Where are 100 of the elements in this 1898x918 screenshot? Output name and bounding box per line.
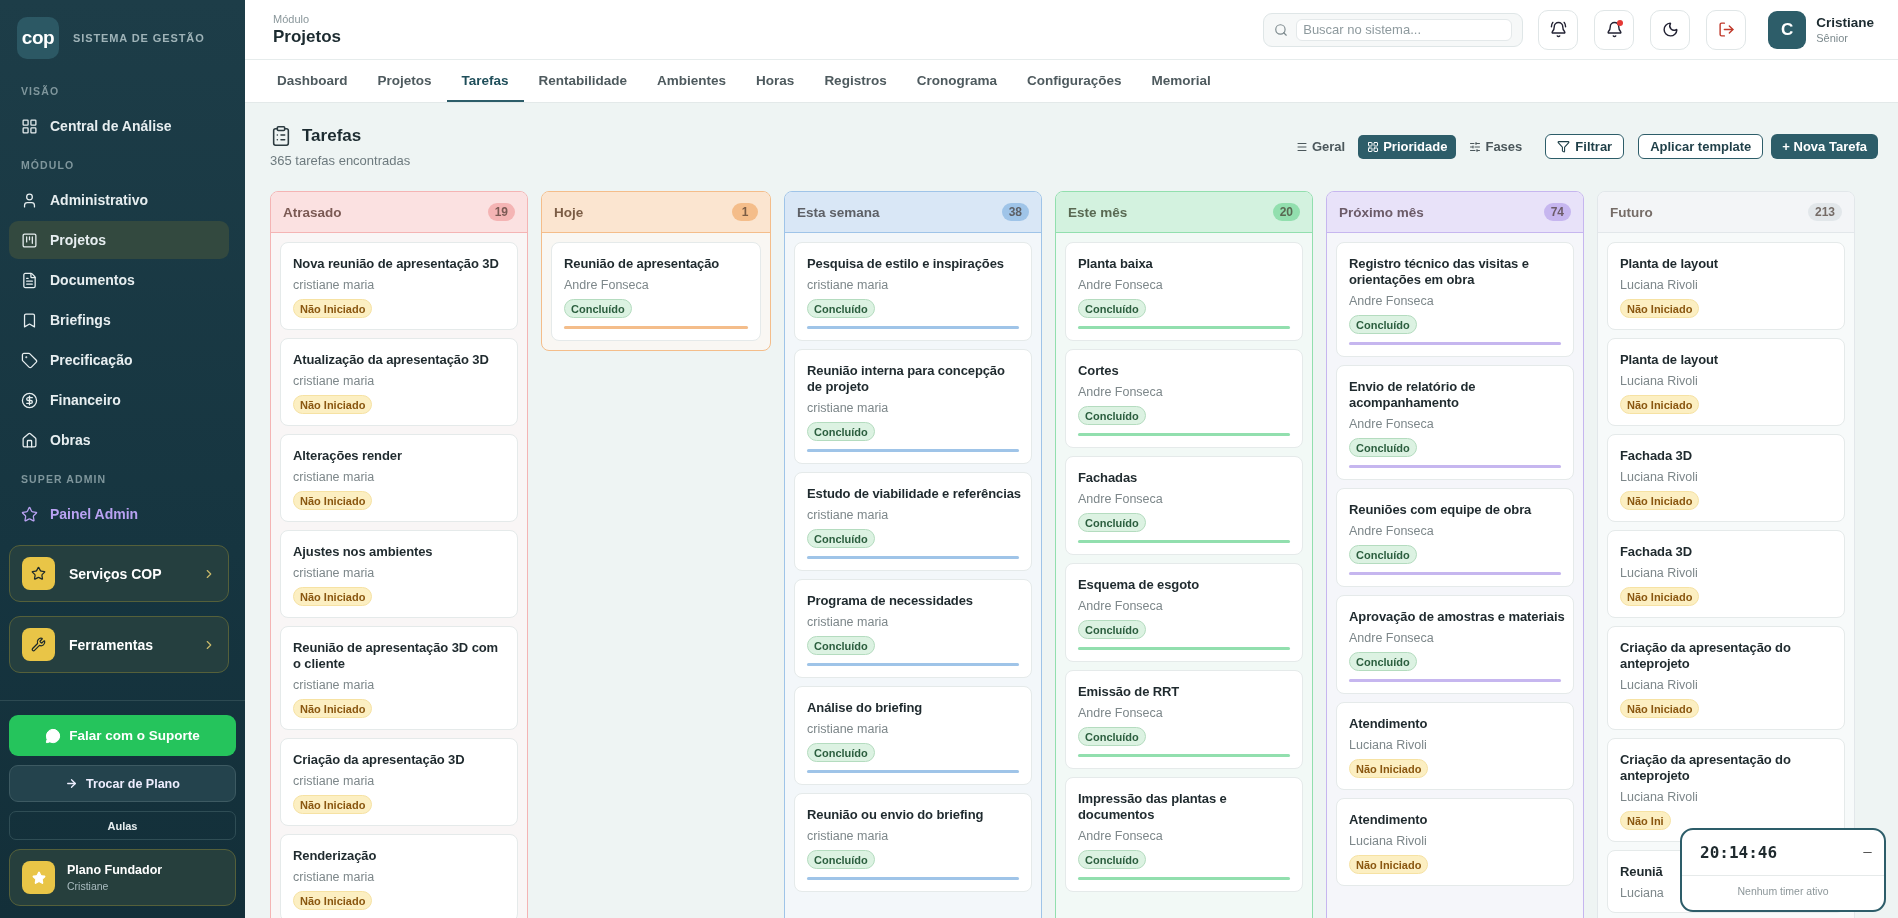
task-card[interactable]: Criação da apresentação 3D cristiane maria Não Iniciado — [280, 738, 518, 826]
search-icon — [1274, 22, 1289, 37]
task-card[interactable]: Cortes Andre Fonseca Concluído — [1065, 349, 1303, 448]
task-card[interactable]: Ajustes nos ambientes cristiane maria Não Iniciado — [280, 530, 518, 618]
task-card[interactable]: Pesquisa de estilo e inspirações cristiane maria Concluído — [794, 242, 1032, 341]
tab[interactable]: Projetos — [362, 60, 447, 102]
task-assignee: Luciana Rivoli — [1349, 834, 1427, 849]
task-card[interactable]: Atualização da apresentação 3D cristiane maria Não Iniciado — [280, 338, 518, 426]
task-status: Não Iniciado — [293, 395, 373, 414]
task-card[interactable]: Criação da apresentação do anteprojeto Luciana Rivoli Não Iniciado — [1607, 626, 1845, 730]
task-card[interactable]: Emissão de RRT Andre Fonseca Concluído — [1065, 670, 1303, 769]
task-card[interactable]: Envio de relatório de acompanhamento Andre Fonseca Concluído — [1336, 365, 1574, 480]
task-title: Fachada 3D — [1620, 544, 1692, 560]
tab[interactable]: Horas — [741, 60, 810, 102]
task-assignee: cristiane maria — [293, 774, 375, 789]
change-plan-button[interactable]: Trocar de Plano — [9, 765, 236, 802]
task-card[interactable]: Fachada 3D Luciana Rivoli Não Iniciado — [1607, 530, 1845, 618]
task-card[interactable]: Programa de necessidades cristiane maria Concluído — [794, 579, 1032, 678]
task-card[interactable]: Fachadas Andre Fonseca Concluído — [1065, 456, 1303, 555]
task-card[interactable]: Renderização cristiane maria Não Iniciado — [280, 834, 518, 918]
sidebar-item[interactable]: Documentos — [9, 261, 229, 299]
sidebar-item[interactable]: Central de Análise — [9, 107, 229, 145]
task-status: Não Iniciado — [1620, 395, 1700, 414]
sidebar-item[interactable]: Precificação — [9, 341, 229, 379]
task-card[interactable]: Análise do briefing cristiane maria Concluído — [794, 686, 1032, 785]
filter-button[interactable]: Filtrar — [1545, 134, 1625, 159]
task-card[interactable]: Reuniões com equipe de obra Andre Fonseca Concluído — [1336, 488, 1574, 587]
tab[interactable]: Rentabilidade — [523, 60, 643, 102]
task-card[interactable]: Reunião ou envio do briefing cristiane maria Concluído — [794, 793, 1032, 892]
column-title: Este mês — [1068, 204, 1128, 220]
task-card[interactable]: Atendimento Luciana Rivoli Não Iniciado — [1336, 798, 1574, 886]
task-card[interactable]: Planta baixa Andre Fonseca Concluído — [1065, 242, 1303, 341]
logout-button[interactable] — [1706, 9, 1747, 50]
task-title: Planta de layout — [1620, 256, 1719, 272]
alarm-button[interactable] — [1538, 9, 1579, 50]
tab[interactable]: Ambientes — [642, 60, 742, 102]
avatar[interactable]: C — [1768, 10, 1807, 49]
sidebar-item[interactable]: Briefings — [9, 301, 229, 339]
new-task-button[interactable]: + Nova Tarefa — [1771, 134, 1878, 159]
sidebar-item[interactable]: Financeiro — [9, 381, 229, 419]
wrench-icon — [22, 628, 55, 661]
plan-card[interactable]: Plano Fundador Cristiane — [9, 849, 236, 906]
task-assignee: Andre Fonseca — [1078, 385, 1163, 400]
task-card[interactable]: Nova reunião de apresentação 3D cristiane maria Não Iniciado — [280, 242, 518, 330]
task-title: Reuniões com equipe de obra — [1349, 502, 1532, 518]
view-tab[interactable]: Geral — [1286, 134, 1355, 159]
sidebar-item[interactable]: Painel Admin — [9, 495, 229, 533]
tag-icon — [21, 351, 38, 369]
theme-toggle-button[interactable] — [1650, 9, 1691, 50]
notifications-button[interactable] — [1594, 9, 1635, 50]
user-icon — [21, 191, 38, 209]
task-card[interactable]: Fachada 3D Luciana Rivoli Não Iniciado — [1607, 434, 1845, 522]
task-title: Planta de layout — [1620, 352, 1719, 368]
task-card[interactable]: Planta de layout Luciana Rivoli Não Iniciado — [1607, 242, 1845, 330]
tab[interactable]: Cronograma — [901, 60, 1012, 102]
task-assignee: Luciana Rivoli — [1620, 374, 1698, 389]
task-title: Envio de relatório de acompanhamento — [1349, 379, 1477, 411]
column-title: Próximo mês — [1339, 204, 1424, 220]
sidebar-item[interactable]: Projetos — [9, 221, 229, 259]
house-icon — [21, 431, 38, 449]
task-title: Fachada 3D — [1620, 448, 1692, 464]
task-status: Concluído — [1078, 299, 1146, 318]
view-tab[interactable]: Fases — [1460, 134, 1532, 159]
brand-name: SISTEMA DE GESTÃO — [73, 32, 205, 44]
moon-icon — [1661, 21, 1679, 38]
tab[interactable]: Dashboard — [262, 60, 363, 102]
task-card[interactable]: Reunião de apresentação Andre Fonseca Concluído — [551, 242, 761, 341]
task-title: Alterações render — [293, 448, 402, 464]
task-card[interactable]: Planta de layout Luciana Rivoli Não Iniciado — [1607, 338, 1845, 426]
grid-icon — [1367, 140, 1380, 153]
task-card[interactable]: Aprovação de amostras e materiais Andre Fonseca Concluído — [1336, 595, 1574, 694]
column-count: 213 — [1807, 203, 1842, 221]
column-count: 38 — [1001, 203, 1029, 221]
task-card[interactable]: Reunião de apresentação 3D com o cliente cristiane maria Não Iniciado — [280, 626, 518, 730]
task-status: Não Iniciado — [1349, 855, 1429, 874]
task-status: Concluído — [1078, 620, 1146, 639]
sidebar-item[interactable]: Obras — [9, 421, 229, 459]
template-button[interactable]: Aplicar template — [1638, 134, 1764, 159]
task-assignee: Luciana — [1620, 886, 1664, 901]
feature-card[interactable]: Serviços COP — [9, 545, 229, 602]
task-assignee: cristiane maria — [293, 470, 375, 485]
task-card[interactable]: Registro técnico das visitas e orientações em obra Andre Fonseca Concluído — [1336, 242, 1574, 357]
task-title: Criação da apresentação 3D — [293, 752, 465, 768]
timer-status: Nenhum timer ativo — [1737, 885, 1829, 897]
task-card[interactable]: Impressão das plantas e documentos Andre Fonseca Concluído — [1065, 777, 1303, 892]
tab[interactable]: Registros — [809, 60, 902, 102]
task-card[interactable]: Estudo de viabilidade e referências cristiane maria Concluído — [794, 472, 1032, 571]
task-card[interactable]: Criação da apresentação do anteprojeto Luciana Rivoli Não Ini — [1607, 738, 1845, 842]
task-card[interactable]: Esquema de esgoto Andre Fonseca Concluído — [1065, 563, 1303, 662]
task-card[interactable]: Alterações render cristiane maria Não Iniciado — [280, 434, 518, 522]
task-card[interactable]: Reunião interna para concepção de projeto cristiane maria Concluído — [794, 349, 1032, 464]
lessons-button[interactable]: Aulas — [9, 811, 236, 840]
sidebar-item[interactable]: Administrativo — [9, 181, 229, 219]
tab[interactable]: Configurações — [1011, 60, 1137, 102]
view-tab[interactable]: Prioridade — [1358, 134, 1457, 159]
tab[interactable]: Tarefas — [446, 60, 524, 102]
search-field[interactable]: Buscar no sistema... — [1263, 12, 1524, 47]
tab[interactable]: Memorial — [1136, 60, 1226, 102]
task-card[interactable]: Atendimento Luciana Rivoli Não Iniciado — [1336, 702, 1574, 790]
feature-card[interactable]: Ferramentas — [9, 616, 229, 673]
